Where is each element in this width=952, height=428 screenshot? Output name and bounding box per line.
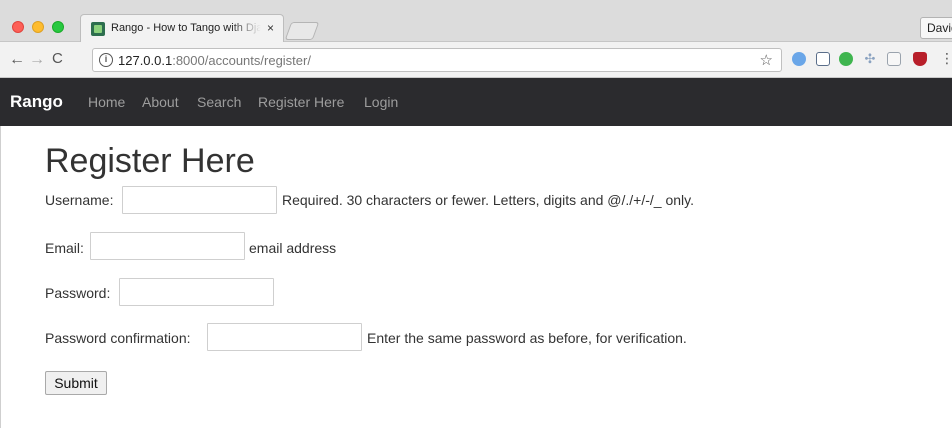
extension-tab-icon[interactable] bbox=[887, 52, 901, 66]
url-path: :8000/accounts/register/ bbox=[172, 53, 311, 68]
brand-link[interactable]: Rango bbox=[10, 92, 63, 112]
extension-ublock-icon[interactable] bbox=[913, 52, 927, 66]
site-info-icon[interactable]: i bbox=[99, 53, 113, 67]
tab-close-icon[interactable]: × bbox=[267, 21, 274, 35]
password-confirmation-label: Password confirmation: bbox=[45, 330, 191, 346]
close-window-icon[interactable] bbox=[12, 21, 24, 33]
minimize-window-icon[interactable] bbox=[32, 21, 44, 33]
submit-button[interactable]: Submit bbox=[45, 371, 107, 395]
password-confirmation-input[interactable] bbox=[207, 323, 362, 351]
bookmark-star-icon[interactable]: ☆ bbox=[760, 51, 773, 69]
nav-link-home[interactable]: Home bbox=[88, 94, 125, 110]
browser-toolbar: ← → C i 127.0.0.1:8000/accounts/register… bbox=[0, 42, 952, 78]
back-arrow-icon[interactable]: ← bbox=[9, 51, 25, 69]
email-input[interactable] bbox=[90, 232, 245, 260]
nav-link-login[interactable]: Login bbox=[364, 94, 398, 110]
site-navbar: Rango Home About Search Register Here Lo… bbox=[0, 78, 952, 126]
profile-button[interactable]: David bbox=[920, 17, 952, 39]
address-bar[interactable]: i 127.0.0.1:8000/accounts/register/ ☆ bbox=[92, 48, 782, 72]
url-host: 127.0.0.1 bbox=[118, 53, 173, 68]
window-edge bbox=[0, 126, 1, 428]
email-label: Email: bbox=[45, 240, 84, 256]
browser-tab[interactable]: Rango - How to Tango with Django × bbox=[80, 14, 284, 42]
email-help: email address bbox=[249, 240, 337, 256]
extension-globe-icon[interactable] bbox=[792, 52, 806, 66]
nav-link-register[interactable]: Register Here bbox=[258, 94, 344, 110]
browser-menu-icon[interactable]: ⋮ bbox=[940, 50, 952, 67]
extension-evernote-icon[interactable] bbox=[839, 52, 853, 66]
url-text[interactable]: 127.0.0.1:8000/accounts/register/ bbox=[118, 53, 311, 68]
reload-icon[interactable]: C bbox=[52, 50, 63, 67]
rango-favicon-icon bbox=[91, 22, 105, 36]
password-label: Password: bbox=[45, 285, 111, 301]
page-title: Register Here bbox=[45, 142, 255, 180]
username-input[interactable] bbox=[122, 186, 277, 214]
extension-dropbox-icon[interactable]: ✣ bbox=[863, 52, 877, 66]
maximize-window-icon[interactable] bbox=[52, 21, 64, 33]
nav-link-about[interactable]: About bbox=[142, 94, 179, 110]
tab-title: Rango - How to Tango with Django bbox=[111, 22, 261, 34]
password-confirmation-help: Enter the same password as before, for v… bbox=[367, 330, 687, 346]
extension-screen-icon[interactable] bbox=[816, 52, 830, 66]
browser-titlebar: Rango - How to Tango with Django × David bbox=[0, 0, 952, 42]
forward-arrow-icon[interactable]: → bbox=[29, 51, 45, 69]
new-tab-button[interactable] bbox=[284, 22, 320, 40]
password-input[interactable] bbox=[119, 278, 274, 306]
nav-link-search[interactable]: Search bbox=[197, 94, 241, 110]
username-help: Required. 30 characters or fewer. Letter… bbox=[282, 192, 694, 208]
username-label: Username: bbox=[45, 192, 114, 208]
